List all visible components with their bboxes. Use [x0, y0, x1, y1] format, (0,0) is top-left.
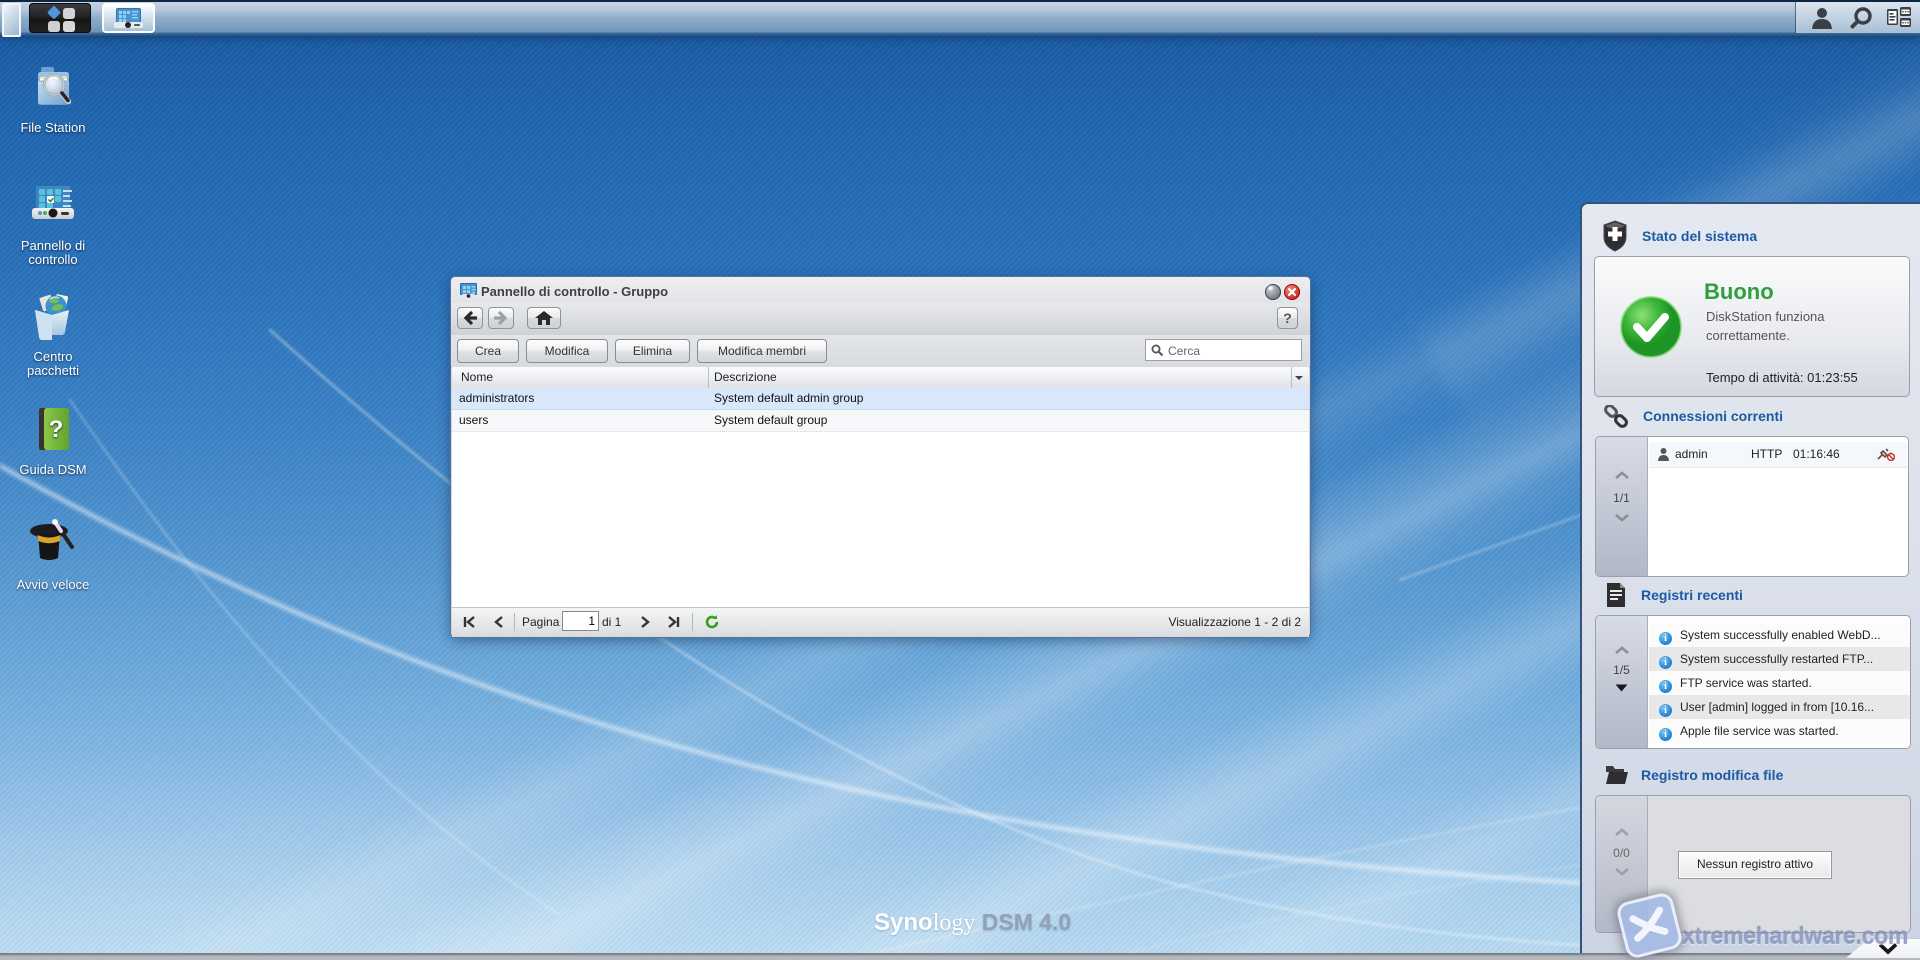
- svg-text:?: ?: [49, 416, 64, 443]
